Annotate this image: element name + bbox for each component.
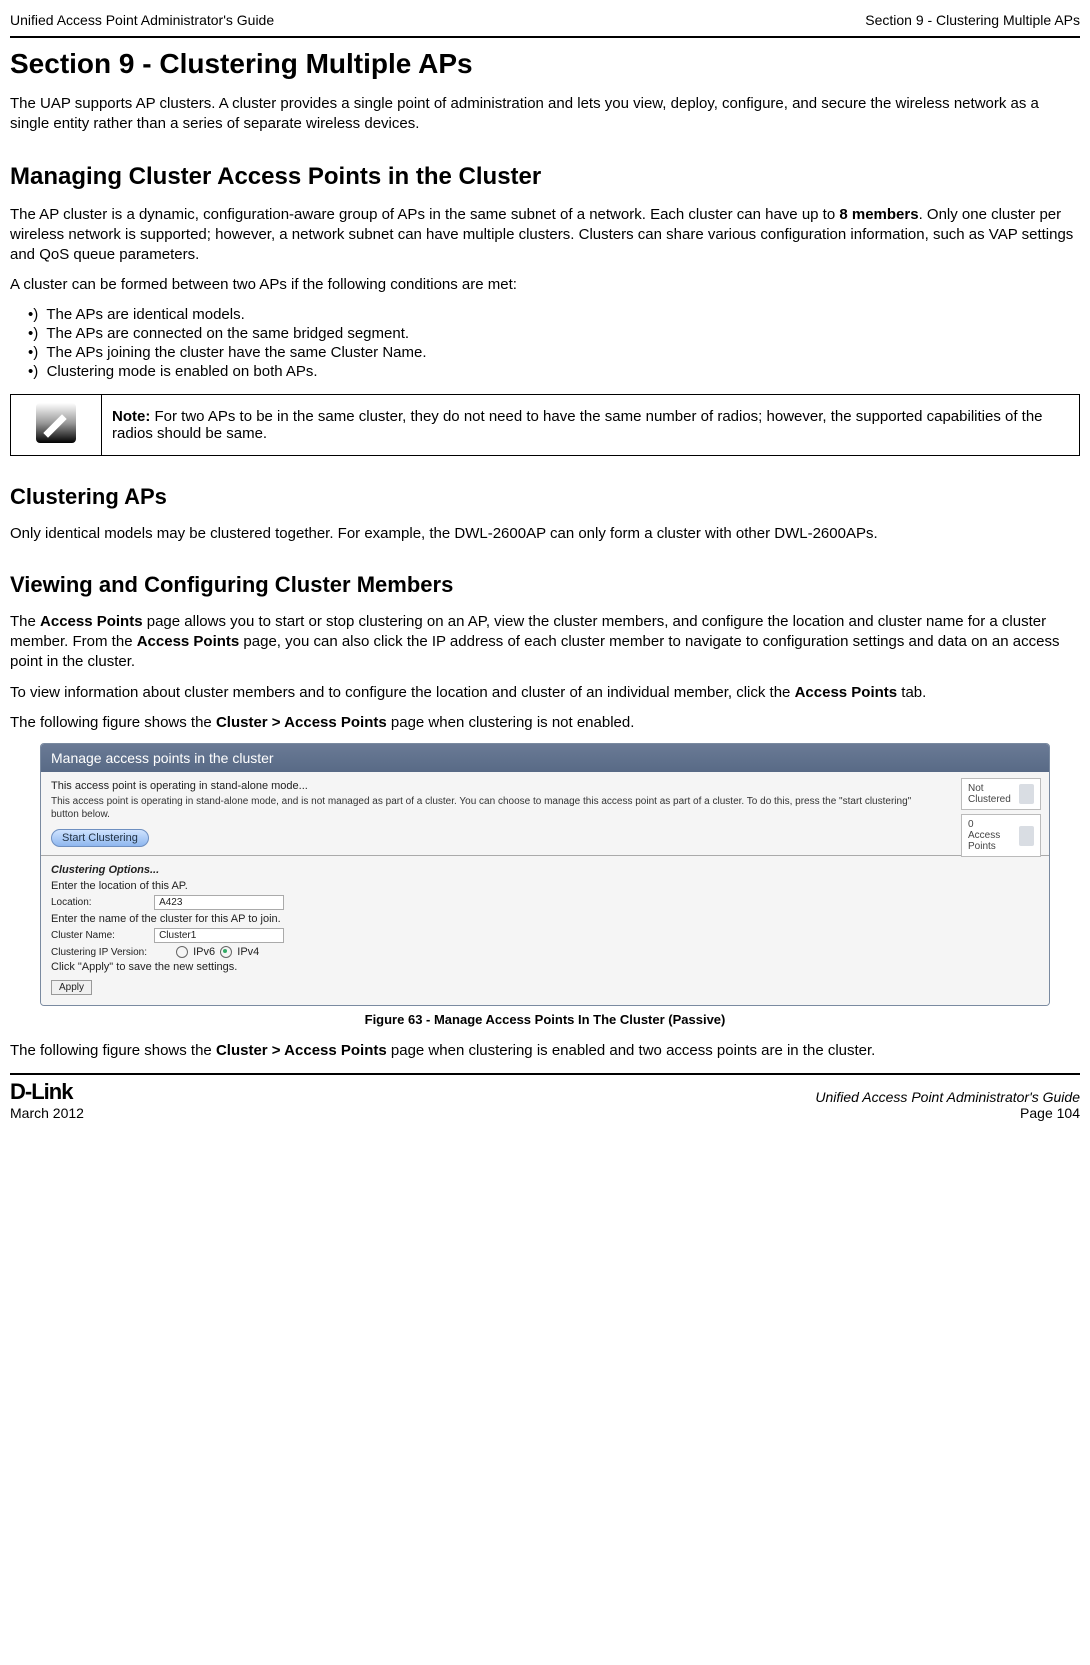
header-separator: [10, 36, 1080, 38]
cluster-status-icon: [1019, 784, 1034, 804]
cluster-name-row: Cluster Name: Cluster1: [51, 928, 1039, 943]
panel-title-bar: Manage access points in the cluster: [41, 744, 1049, 772]
footer-separator: [10, 1073, 1080, 1075]
text-bold: Access Points: [40, 613, 143, 630]
note-label: Note:: [112, 408, 150, 425]
ip-version-row: Clustering IP Version: IPv6 IPv4: [51, 946, 1039, 958]
managing-heading: Managing Cluster Access Points in the Cl…: [10, 163, 1080, 191]
note-icon-cell: [11, 394, 102, 455]
location-row: Location: A423: [51, 895, 1039, 910]
hint-enter-cluster-name: Enter the name of the cluster for this A…: [51, 913, 1039, 925]
header-left: Unified Access Point Administrator's Gui…: [10, 12, 274, 28]
note-body-text: For two APs to be in the same cluster, t…: [112, 408, 1043, 442]
list-item: •) The APs joining the cluster have the …: [28, 344, 1080, 361]
access-points-icon: [1019, 826, 1034, 846]
side-status-boxes: Not Clustered 0 Access Points: [961, 778, 1041, 861]
dlink-logo: D-Link: [10, 1079, 72, 1105]
text-fragment: tab.: [897, 684, 926, 701]
text-fragment: To view information about cluster member…: [10, 684, 795, 701]
text-bold: Cluster > Access Points: [216, 714, 387, 731]
figure-caption: Figure 63 - Manage Access Points In The …: [10, 1012, 1080, 1027]
viewing-paragraph-1: The Access Points page allows you to sta…: [10, 612, 1080, 673]
page-header: Unified Access Point Administrator's Gui…: [10, 12, 1080, 28]
footer-date: March 2012: [10, 1105, 84, 1121]
ipv6-label: IPv6: [193, 946, 215, 958]
footer-right: Unified Access Point Administrator's Gui…: [815, 1089, 1080, 1121]
clustering-aps-paragraph: Only identical models may be clustered t…: [10, 524, 1080, 544]
ipv6-radio[interactable]: [176, 946, 188, 958]
text-bold: Access Points: [137, 633, 240, 650]
text-bold: Access Points: [795, 684, 898, 701]
list-item-text: The APs are identical models.: [46, 306, 244, 323]
ip-version-label: Clustering IP Version:: [51, 947, 171, 958]
intro-paragraph: The UAP supports AP clusters. A cluster …: [10, 94, 1080, 135]
list-item-text: Clustering mode is enabled on both APs.: [47, 363, 318, 380]
side-box-access-points: 0 Access Points: [961, 814, 1041, 857]
note-box: Note: For two APs to be in the same clus…: [10, 394, 1080, 456]
side-box-not-clustered: Not Clustered: [961, 778, 1041, 810]
side-box-label: 0 Access Points: [968, 819, 1015, 852]
text-fragment: The AP cluster is a dynamic, configurati…: [10, 206, 839, 223]
location-input[interactable]: A423: [154, 895, 284, 910]
list-item: •) The APs are identical models.: [28, 306, 1080, 323]
apply-button[interactable]: Apply: [51, 980, 92, 995]
managing-paragraph: The AP cluster is a dynamic, configurati…: [10, 205, 1080, 266]
side-box-count: 0: [968, 819, 974, 830]
text-fragment: The: [10, 613, 40, 630]
viewing-heading: Viewing and Configuring Cluster Members: [10, 572, 1080, 598]
side-box-label: Not Clustered: [968, 783, 1015, 805]
list-item: •) The APs are connected on the same bri…: [28, 325, 1080, 342]
text-bold: Cluster > Access Points: [216, 1042, 387, 1059]
cluster-name-input[interactable]: Cluster1: [154, 928, 284, 943]
hint-enter-location: Enter the location of this AP.: [51, 880, 1039, 892]
cluster-name-label: Cluster Name:: [51, 930, 151, 941]
clustering-options-label: Clustering Options...: [51, 864, 1039, 876]
text-bold-8members: 8 members: [839, 206, 918, 223]
panel-divider: [41, 855, 1049, 856]
header-right: Section 9 - Clustering Multiple APs: [865, 12, 1080, 28]
text-fragment: page when clustering is not enabled.: [387, 714, 635, 731]
viewing-paragraph-2: To view information about cluster member…: [10, 683, 1080, 703]
list-item-text: The APs joining the cluster have the sam…: [46, 344, 426, 361]
side-box-sub: Access Points: [968, 830, 1000, 852]
panel-alert: This access point is operating in stand-…: [51, 780, 1039, 792]
page-footer: D-Link March 2012 Unified Access Point A…: [10, 1079, 1080, 1121]
clustering-aps-heading: Clustering APs: [10, 484, 1080, 510]
footer-left: D-Link March 2012: [10, 1079, 84, 1121]
conditions-intro: A cluster can be formed between two APs …: [10, 275, 1080, 295]
note-text-cell: Note: For two APs to be in the same clus…: [102, 394, 1080, 455]
panel-description: This access point is operating in stand-…: [51, 796, 1039, 821]
figure-63-panel: Manage access points in the cluster Not …: [40, 743, 1050, 1006]
footer-page-number: Page 104: [815, 1105, 1080, 1121]
text-fragment: The following figure shows the: [10, 714, 216, 731]
list-item-text: The APs are connected on the same bridge…: [46, 325, 409, 342]
footer-title: Unified Access Point Administrator's Gui…: [815, 1089, 1080, 1105]
panel-body: Not Clustered 0 Access Points This acces…: [41, 772, 1049, 1005]
ipv4-label: IPv4: [237, 946, 259, 958]
conditions-bullet-list: •) The APs are identical models. •) The …: [28, 306, 1080, 380]
ipv4-radio[interactable]: [220, 946, 232, 958]
text-fragment: page when clustering is enabled and two …: [387, 1042, 876, 1059]
viewing-paragraph-3: The following figure shows the Cluster >…: [10, 713, 1080, 733]
note-icon: [36, 403, 76, 443]
list-item: •) Clustering mode is enabled on both AP…: [28, 363, 1080, 380]
start-clustering-button[interactable]: Start Clustering: [51, 829, 149, 847]
section-title: Section 9 - Clustering Multiple APs: [10, 48, 1080, 80]
after-figure-paragraph: The following figure shows the Cluster >…: [10, 1041, 1080, 1061]
text-fragment: The following figure shows the: [10, 1042, 216, 1059]
apply-hint: Click "Apply" to save the new settings.: [51, 961, 1039, 973]
location-label: Location:: [51, 897, 151, 908]
